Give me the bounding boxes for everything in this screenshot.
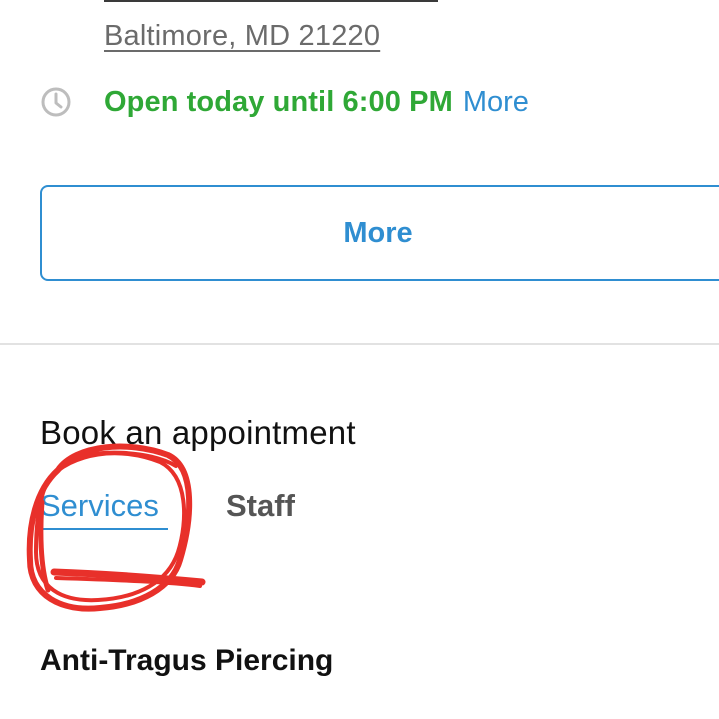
tab-services[interactable]: Services bbox=[40, 488, 159, 524]
more-button[interactable]: More bbox=[40, 185, 719, 281]
hours-status: Open today until 6:00 PM bbox=[104, 85, 453, 118]
address-city-link[interactable]: Baltimore, MD 21220 bbox=[104, 20, 380, 53]
business-profile-page: Baltimore, MD 21220 Open today until 6:0… bbox=[0, 0, 719, 719]
hours-more-link[interactable]: More bbox=[463, 86, 529, 119]
clock-icon bbox=[41, 87, 71, 117]
tab-services-underline bbox=[40, 528, 168, 530]
section-divider bbox=[0, 343, 719, 345]
street-address-cutoff bbox=[104, 0, 438, 2]
tab-staff[interactable]: Staff bbox=[226, 488, 295, 524]
book-appointment-heading: Book an appointment bbox=[40, 414, 356, 451]
hours-row: Open today until 6:00 PM More bbox=[40, 82, 529, 122]
more-button-label: More bbox=[343, 216, 413, 249]
service-title[interactable]: Anti-Tragus Piercing bbox=[40, 644, 333, 678]
